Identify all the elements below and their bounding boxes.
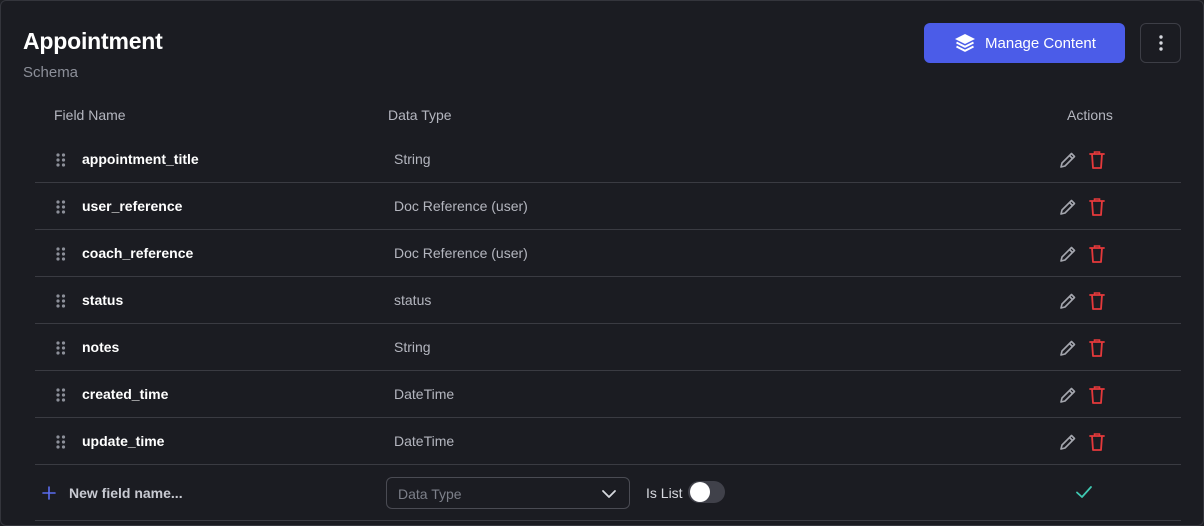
drag-handle-icon[interactable] [55,246,67,262]
manage-content-label: Manage Content [985,34,1096,52]
toggle-knob [690,482,710,502]
column-header-actions: Actions [1067,107,1113,123]
field-data-type: DateTime [394,433,455,449]
column-header-field-name: Field Name [54,107,126,123]
field-list: appointment_title String user_reference Doc… [35,136,1181,465]
edit-icon[interactable] [1057,243,1079,265]
more-options-button[interactable] [1140,23,1181,63]
new-field-name-input[interactable] [69,483,369,503]
delete-icon[interactable] [1087,149,1107,171]
field-name: created_time [82,386,169,402]
page-subtitle: Schema [23,64,79,81]
is-list-label: Is List [646,485,683,501]
field-data-type: Doc Reference (user) [394,198,528,214]
table-row[interactable]: user_reference Doc Reference (user) [35,183,1181,230]
delete-icon[interactable] [1087,431,1107,453]
drag-handle-icon[interactable] [55,152,67,168]
drag-handle-icon[interactable] [55,340,67,356]
drag-handle-icon[interactable] [55,293,67,309]
drag-handle-icon[interactable] [55,434,67,450]
delete-icon[interactable] [1087,243,1107,265]
is-list-toggle[interactable] [688,481,725,503]
table-row[interactable]: status status [35,277,1181,324]
manage-content-button[interactable]: Manage Content [924,23,1125,63]
field-name: appointment_title [82,151,199,167]
edit-icon[interactable] [1057,384,1079,406]
confirm-check-icon[interactable] [1075,484,1093,500]
field-data-type: Doc Reference (user) [394,245,528,261]
table-row[interactable]: update_time DateTime [35,418,1181,465]
delete-icon[interactable] [1087,384,1107,406]
drag-handle-icon[interactable] [55,199,67,215]
edit-icon[interactable] [1057,337,1079,359]
data-type-select[interactable]: Data Type [386,477,630,509]
delete-icon[interactable] [1087,337,1107,359]
table-row[interactable]: notes String [35,324,1181,371]
column-header-data-type: Data Type [388,107,452,123]
field-data-type: String [394,339,431,355]
page-title: Appointment [23,28,163,54]
edit-icon[interactable] [1057,196,1079,218]
table-header: Field Name Data Type Actions [35,107,1181,125]
table-row[interactable]: coach_reference Doc Reference (user) [35,230,1181,277]
edit-icon[interactable] [1057,290,1079,312]
layers-icon [953,31,977,55]
new-field-row: Data Type Is List [35,465,1181,521]
field-data-type: String [394,151,431,167]
drag-handle-icon[interactable] [55,387,67,403]
more-vertical-icon [1158,35,1163,51]
field-name: notes [82,339,120,355]
field-name: update_time [82,433,165,449]
field-data-type: status [394,292,432,308]
data-type-placeholder: Data Type [398,486,462,502]
table-row[interactable]: appointment_title String [35,136,1181,183]
field-data-type: DateTime [394,386,455,402]
add-field-icon[interactable] [41,485,57,501]
schema-panel: Appointment Schema Manage Content Field … [0,0,1204,526]
field-name: coach_reference [82,245,194,261]
field-name: status [82,292,124,308]
delete-icon[interactable] [1087,290,1107,312]
table-row[interactable]: created_time DateTime [35,371,1181,418]
edit-icon[interactable] [1057,431,1079,453]
edit-icon[interactable] [1057,149,1079,171]
field-name: user_reference [82,198,183,214]
chevron-down-icon [601,487,617,501]
delete-icon[interactable] [1087,196,1107,218]
